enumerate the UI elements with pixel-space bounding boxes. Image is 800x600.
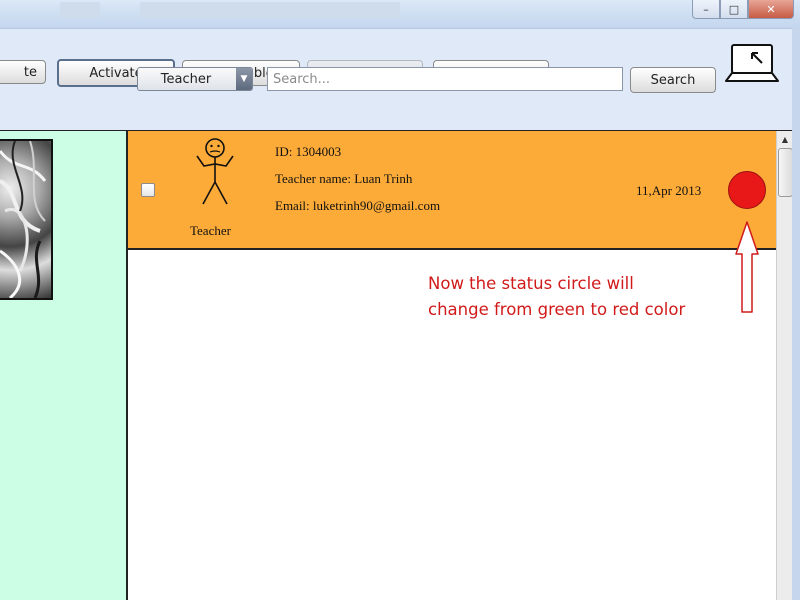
teacher-list: Teacher ID: 1304003 Teacher name: Luan T… bbox=[128, 131, 776, 600]
status-indicator bbox=[728, 171, 766, 209]
role-dropdown-value: Teacher bbox=[160, 71, 212, 87]
scroll-up-icon[interactable]: ▲ bbox=[777, 131, 793, 147]
maximize-button[interactable]: □ bbox=[720, 0, 748, 19]
blurred-title-fragment bbox=[140, 2, 400, 18]
partial-button[interactable]: te bbox=[0, 60, 46, 84]
minimize-button[interactable]: – bbox=[692, 0, 720, 19]
close-button[interactable]: ✕ bbox=[748, 0, 794, 19]
search-input[interactable] bbox=[267, 67, 623, 91]
annotation-note: Now the status circle will change from g… bbox=[428, 271, 758, 323]
window-title-bar: – □ ✕ bbox=[0, 0, 800, 28]
teacher-email: Email: luketrinh90@gmail.com bbox=[275, 198, 441, 213]
scroll-thumb[interactable] bbox=[778, 148, 793, 197]
window-frame-edge bbox=[792, 28, 800, 600]
left-panel bbox=[0, 131, 128, 600]
row-checkbox[interactable] bbox=[141, 183, 155, 197]
toolbar: te Activate TimeTable Copy Class Report … bbox=[0, 28, 800, 132]
teacher-id: ID: 1304003 bbox=[275, 144, 342, 159]
teacher-stick-figure-icon bbox=[196, 138, 234, 205]
user-avatar bbox=[0, 139, 53, 300]
annotation-line-1: Now the status circle will bbox=[428, 274, 634, 293]
role-label: Teacher bbox=[190, 223, 231, 238]
laptop-icon[interactable] bbox=[724, 43, 780, 85]
chevron-down-icon[interactable]: ▼ bbox=[236, 68, 252, 90]
role-dropdown[interactable]: Teacher ▼ bbox=[137, 67, 253, 91]
teacher-name: Teacher name: Luan Trinh bbox=[275, 171, 413, 186]
blurred-title-fragment bbox=[60, 2, 100, 18]
date-label: 11,Apr 2013 bbox=[636, 183, 702, 198]
vertical-scrollbar[interactable]: ▲ bbox=[776, 131, 793, 600]
annotation-line-2: change from green to red color bbox=[428, 300, 686, 319]
list-item[interactable]: Teacher ID: 1304003 Teacher name: Luan T… bbox=[128, 131, 776, 250]
search-button[interactable]: Search bbox=[630, 67, 716, 93]
window-controls: – □ ✕ bbox=[692, 0, 794, 20]
